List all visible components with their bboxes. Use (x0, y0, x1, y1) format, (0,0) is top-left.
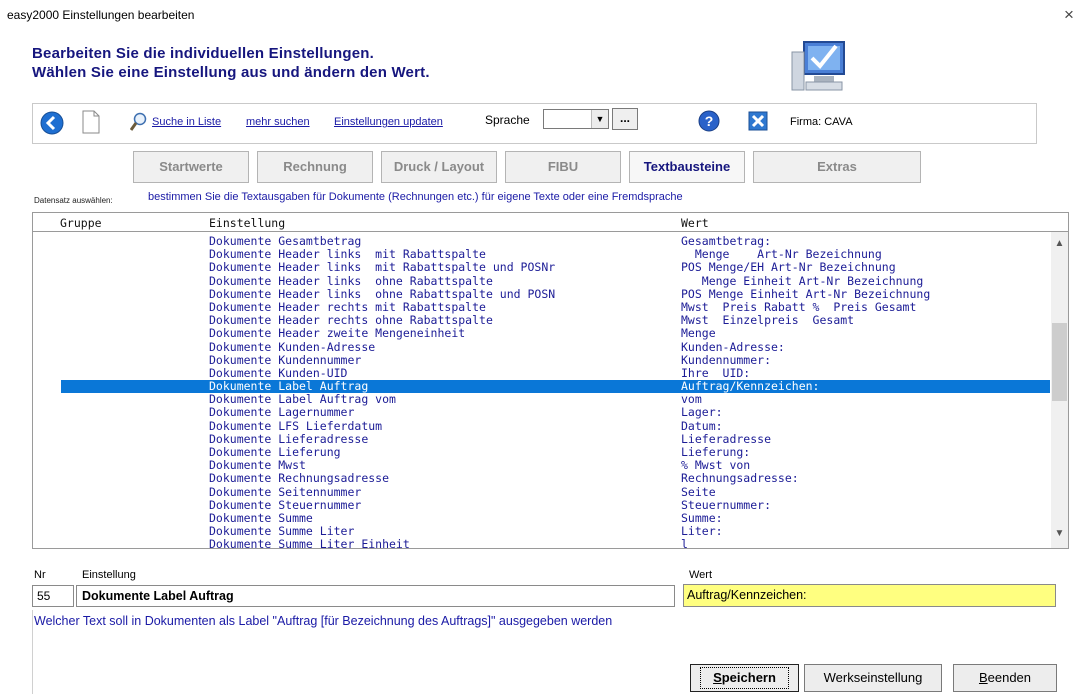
table-row[interactable]: Dokumente Header links ohne Rabattspalte… (33, 273, 1050, 288)
nr-field: 55 (32, 585, 74, 607)
cell-wert: l (681, 537, 688, 549)
table-row[interactable]: Dokumente Summe Liter Einheit l (33, 537, 1050, 549)
table-row[interactable]: Dokumente Gesamtbetrag Gesamtbetrag: (33, 234, 1050, 248)
tab-druck-layout[interactable]: Druck / Layout (381, 151, 497, 183)
table-row[interactable]: Dokumente Header links mit Rabattspalte … (33, 261, 1050, 274)
wert-label: Wert (689, 569, 713, 581)
vertical-scrollbar[interactable]: ▲ ▼ (1051, 232, 1068, 548)
save-accelerator: S (713, 670, 722, 685)
close-icon[interactable] (748, 111, 768, 131)
company-label: Firma: CAVA (790, 116, 853, 128)
cell-einstellung: Dokumente Header links ohne Rabattspalte… (209, 286, 556, 301)
table-row[interactable]: Dokumente Kunden-Adresse Kunden-Adresse: (33, 339, 1050, 354)
table-row[interactable]: Dokumente Summe Summe: (33, 511, 1050, 525)
save-label: peichern (721, 670, 776, 685)
tab-rechnung[interactable]: Rechnung (257, 151, 373, 183)
monitor-checkmark-icon (791, 41, 845, 91)
table-row[interactable]: Dokumente LFS Lieferdatum Datum: (33, 418, 1050, 433)
cell-wert: Kunden-Adresse: (681, 339, 785, 354)
table-row[interactable]: Dokumente Seitennummer Seite (33, 484, 1050, 499)
cell-wert: Menge Einheit Art-Nr Bezeichnung (681, 273, 924, 288)
cell-einstellung: Dokumente Kunden-Adresse (209, 339, 376, 354)
cell-einstellung: Dokumente Header links ohne Rabattspalte (209, 273, 493, 288)
tab-fibu[interactable]: FIBU (505, 151, 621, 183)
cell-einstellung: Dokumente Lagernummer (209, 405, 355, 420)
cell-einstellung: Dokumente Seitennummer (209, 484, 362, 499)
table-row[interactable]: Dokumente Lieferadresse Lieferadresse (33, 432, 1050, 446)
record-description: bestimmen Sie die Textausgaben für Dokum… (148, 191, 683, 203)
window-close-icon[interactable]: × (1064, 5, 1074, 25)
table-row[interactable]: Dokumente Summe Liter Liter: (33, 524, 1050, 538)
document-icon[interactable] (82, 110, 100, 134)
table-row[interactable]: Dokumente Lieferung Lieferung: (33, 445, 1050, 459)
header-instruction-1: Bearbeiten Sie die individuellen Einstel… (32, 45, 374, 62)
save-button[interactable]: Speichern (690, 664, 799, 692)
scroll-up-icon[interactable]: ▲ (1051, 238, 1068, 249)
window-title: easy2000 Einstellungen bearbeiten (7, 8, 195, 22)
factory-settings-button[interactable]: Werkseinstellung (804, 664, 942, 692)
wert-input[interactable]: Auftrag/Kennzeichen: (683, 584, 1056, 607)
cell-wert: Menge (681, 326, 716, 341)
tab-startwerte[interactable]: Startwerte (133, 151, 249, 183)
tab-extras[interactable]: Extras (753, 151, 921, 183)
settings-grid[interactable]: Dokumente Gesamtbetrag Gesamtbetrag: Dokum… (32, 231, 1069, 549)
language-select[interactable]: ▼ (543, 109, 609, 129)
search-list-link[interactable]: Suche in Liste (152, 116, 221, 128)
table-row[interactable]: Dokumente Steuernummer Steuernummer: (33, 497, 1050, 512)
table-row[interactable]: Dokumente Kundennummer Kundennummer: (33, 352, 1050, 367)
column-header-wert[interactable]: Wert (681, 216, 709, 230)
tab-textbausteine[interactable]: Textbausteine (629, 151, 745, 183)
grid-header: Gruppe Einstellung Wert (32, 212, 1069, 232)
record-select-label: Datensatz auswählen: (34, 196, 113, 205)
quit-accelerator: B (978, 670, 988, 685)
nr-label: Nr (34, 569, 46, 581)
cell-wert: Lager: (681, 405, 723, 420)
cell-wert: POS Menge Einheit Art-Nr Bezeichnung (681, 286, 931, 301)
language-more-button[interactable]: ... (612, 108, 638, 130)
cell-einstellung: Dokumente Summe Liter Einheit (209, 537, 410, 549)
scroll-down-icon[interactable]: ▼ (1051, 528, 1068, 539)
back-arrow-icon[interactable] (40, 111, 64, 135)
table-row[interactable]: Dokumente Rechnungsadresse Rechnungsadres… (33, 472, 1050, 485)
grid-rows: Dokumente Gesamtbetrag Gesamtbetrag: Dokum… (33, 234, 1050, 549)
table-row[interactable]: Dokumente Kunden-UID Ihre UID: (33, 366, 1050, 380)
quit-button[interactable]: Beenden (953, 664, 1057, 692)
table-row[interactable]: Dokumente Header zweite Mengeneinheit Men… (33, 327, 1050, 340)
table-row[interactable]: Dokumente Lagernummer Lager: (33, 406, 1050, 419)
search-icon[interactable] (130, 112, 148, 132)
cell-einstellung: Dokumente LFS Lieferdatum (209, 418, 383, 433)
table-row[interactable]: Dokumente Mwst% Mwst von (33, 458, 1050, 472)
einstellung-field: Dokumente Label Auftrag (76, 585, 675, 607)
scroll-thumb[interactable] (1052, 323, 1067, 401)
cell-wert: Kundennummer: (681, 352, 772, 367)
header-instruction-2: Wählen Sie eine Einstellung aus und ände… (32, 64, 430, 81)
language-label: Sprache (485, 113, 530, 127)
einstellung-label: Einstellung (82, 569, 136, 581)
help-icon[interactable]: ? (698, 110, 720, 132)
cell-einstellung: Dokumente Kundennummer (209, 352, 362, 367)
column-header-gruppe[interactable]: Gruppe (60, 216, 102, 230)
more-search-link[interactable]: mehr suchen (246, 116, 310, 128)
table-row[interactable]: Dokumente Label Auftrag vom vom (33, 393, 1050, 406)
svg-text:?: ? (705, 113, 714, 129)
cell-wert: POS Menge/EH Art-Nr Bezeichnung (681, 260, 896, 275)
table-row[interactable]: Dokumente Header rechts mit Rabattspalte… (33, 300, 1050, 314)
column-header-einstellung[interactable]: Einstellung (209, 216, 285, 230)
update-settings-link[interactable]: Einstellungen updaten (334, 116, 443, 128)
cell-einstellung: Dokumente Header zweite Mengeneinheit (209, 326, 466, 341)
setting-help-text: Welcher Text soll in Dokumenten als Labe… (32, 610, 672, 694)
cell-einstellung: Dokumente Rechnungsadresse (209, 471, 390, 486)
cell-wert: Steuernummer: (681, 497, 772, 512)
cell-einstellung: Dokumente Header links mit Rabattspalte … (209, 260, 556, 275)
quit-label: eenden (987, 670, 1032, 685)
cell-wert: Seite (681, 484, 716, 499)
table-row[interactable]: Dokumente Header links ohne Rabattspalte… (33, 286, 1050, 301)
table-row[interactable]: Dokumente Header rechts ohne Rabattspalt… (33, 313, 1050, 327)
cell-wert: Datum: (681, 418, 723, 433)
cell-wert: Rechnungsadresse: (681, 471, 799, 486)
chevron-down-icon[interactable]: ▼ (591, 110, 608, 128)
cell-einstellung: Dokumente Steuernummer (209, 497, 362, 512)
